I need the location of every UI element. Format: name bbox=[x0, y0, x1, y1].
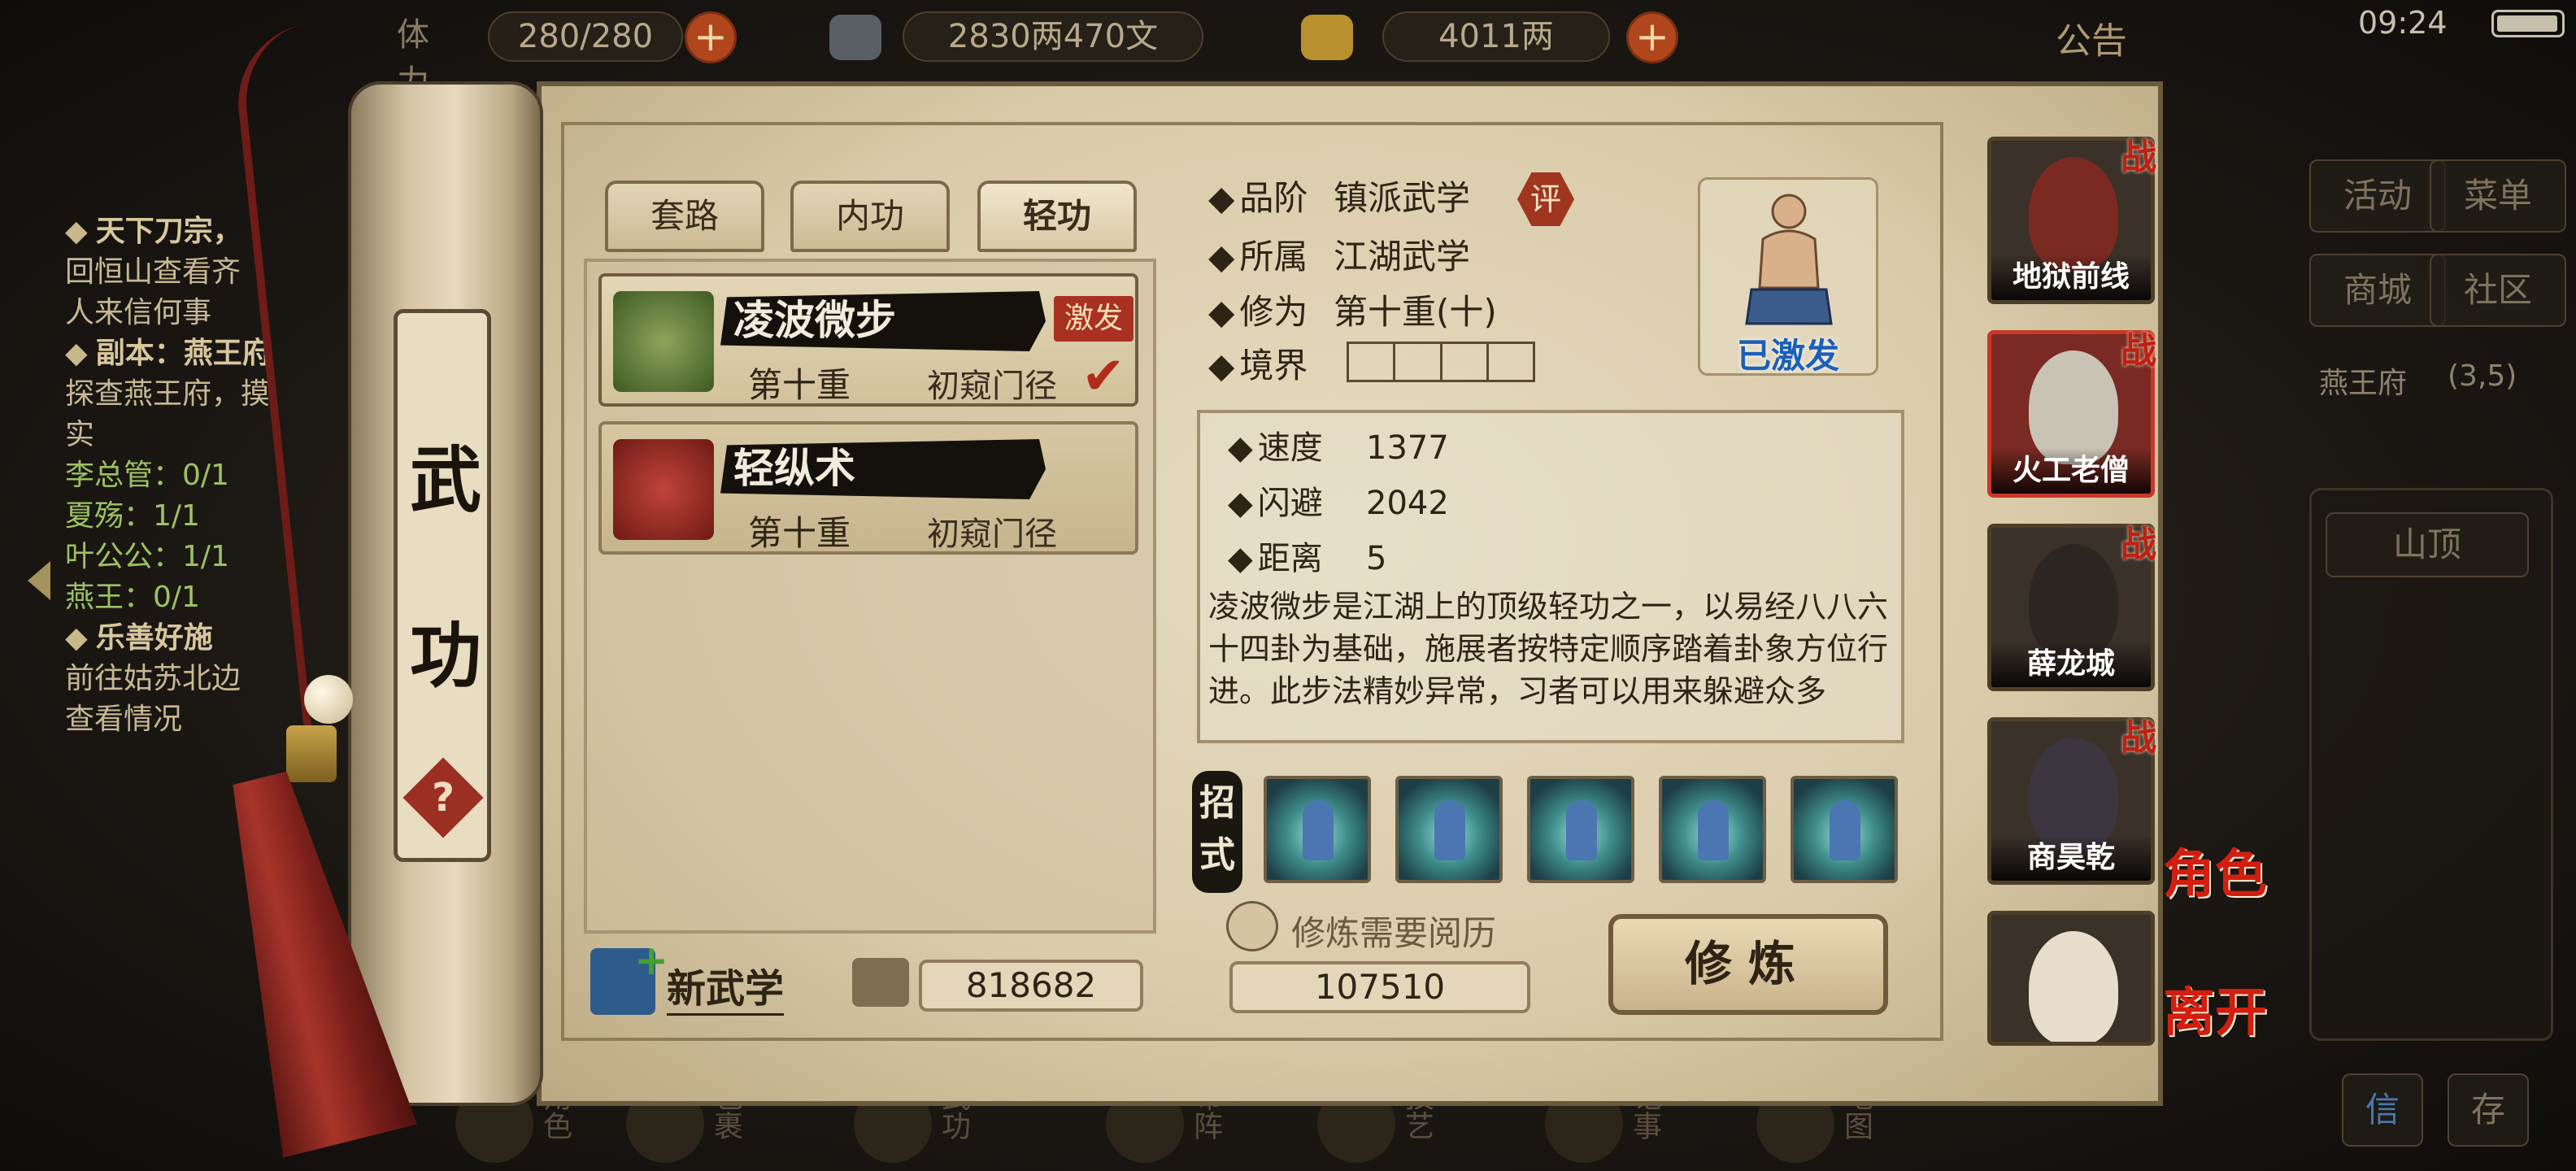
new-skill-button[interactable]: 新武学 bbox=[667, 956, 785, 1016]
training-cost-value: 107510 bbox=[1229, 961, 1530, 1013]
menu-button[interactable]: 菜单 bbox=[2430, 159, 2566, 233]
location-name: 燕王府 bbox=[2319, 367, 2408, 400]
character-avatar bbox=[2029, 931, 2118, 1042]
scroll-title-char: 武 bbox=[410, 437, 482, 522]
character-avatar bbox=[2029, 738, 2118, 851]
checkmark-icon: ✔ bbox=[1081, 346, 1125, 407]
character-avatar bbox=[2029, 544, 2118, 658]
notice-button[interactable]: 公告 bbox=[2056, 11, 2127, 63]
tab-routine[interactable]: 套路 bbox=[605, 181, 764, 252]
grade-row: 品阶镇派武学 bbox=[1208, 171, 1470, 220]
skill-name: 凌波微步 bbox=[733, 297, 896, 344]
cultivation-value: 第十重(十) bbox=[1334, 292, 1497, 332]
scroll-title-char: 功 bbox=[410, 613, 482, 698]
character-avatar bbox=[2029, 157, 2118, 271]
tassel-bead bbox=[304, 675, 353, 724]
belong-row: 所属江湖武学 bbox=[1208, 229, 1470, 279]
skill-card[interactable]: 凌波微步 激发 第十重 初窥门径 ✔ bbox=[598, 273, 1138, 407]
belong-value: 江湖武学 bbox=[1334, 237, 1471, 276]
help-icon[interactable]: ? bbox=[402, 757, 484, 838]
battery-icon bbox=[2491, 10, 2565, 37]
scroll-skill-icon bbox=[613, 291, 714, 392]
gold-value: 4011两 bbox=[1382, 11, 1610, 62]
realm-progress bbox=[1347, 342, 1535, 382]
skill-description: 凌波微步是江湖上的顶级轻功之一，以易经八八六十四卦为基础，施展者按特定顺序踏着卦… bbox=[1208, 589, 1889, 709]
battle-badge-icon: 战 bbox=[2121, 137, 2156, 178]
move-slot[interactable] bbox=[1527, 776, 1634, 883]
move-slot[interactable] bbox=[1659, 776, 1766, 883]
activated-tag: 激发 bbox=[1054, 296, 1134, 342]
stamina-value: 280/280 bbox=[488, 11, 683, 62]
character-portrait[interactable] bbox=[1987, 911, 2155, 1046]
skill-level: 第十重 bbox=[748, 513, 851, 553]
grade-value: 镇派武学 bbox=[1334, 178, 1471, 218]
character-avatar bbox=[2029, 350, 2118, 464]
book-skill-icon bbox=[613, 439, 714, 540]
stamina-label: 体力 bbox=[397, 16, 429, 101]
training-cost-label: 修炼需要阅历 bbox=[1291, 913, 1497, 953]
add-gold-button[interactable]: + bbox=[1626, 11, 1678, 63]
role-button[interactable]: 角色 bbox=[2163, 849, 2267, 901]
location-coords: (3,5) bbox=[2448, 359, 2517, 393]
stat-range: 距离5 bbox=[1228, 532, 1387, 579]
realm-row: 境界 bbox=[1208, 338, 1334, 388]
skill-stage: 初窥门径 bbox=[927, 516, 1057, 553]
move-slot[interactable] bbox=[1791, 776, 1898, 883]
money-value: 2830两470文 bbox=[903, 11, 1203, 62]
stat-speed: 速度1377 bbox=[1228, 421, 1449, 468]
tab-light-skill[interactable]: 轻功 bbox=[977, 181, 1137, 252]
collapse-arrow-icon[interactable] bbox=[28, 561, 50, 600]
experience-points: 818682 bbox=[919, 960, 1143, 1012]
cultivation-row: 修为第十重(十) bbox=[1208, 285, 1497, 334]
community-button[interactable]: 社区 bbox=[2430, 254, 2566, 327]
open-book-icon bbox=[1226, 901, 1278, 951]
battle-badge-icon: 战 bbox=[2121, 717, 2156, 759]
clock: 09:24 bbox=[2358, 5, 2448, 41]
gold-ingot-icon bbox=[1301, 15, 1353, 60]
activity-button[interactable]: 活动 bbox=[2309, 159, 2446, 233]
train-button[interactable]: 修炼 bbox=[1608, 914, 1888, 1015]
skill-stage: 初窥门径 bbox=[927, 368, 1057, 405]
top-bar: 体力 280/280 + 2830两470文 4011两 + 公告 09:24 bbox=[0, 0, 2576, 101]
open-book-icon bbox=[852, 958, 909, 1007]
skill-level: 第十重 bbox=[748, 365, 851, 405]
map-location-button[interactable]: 山顶 bbox=[2326, 512, 2529, 577]
meditating-figure-icon bbox=[1745, 194, 1833, 325]
plus-icon: + bbox=[634, 937, 668, 984]
battle-badge-icon: 战 bbox=[2121, 330, 2156, 372]
move-slot[interactable] bbox=[1395, 776, 1503, 883]
skill-card[interactable]: 轻纵术 第十重 初窥门径 bbox=[598, 421, 1138, 555]
save-button[interactable]: 存 bbox=[2448, 1073, 2529, 1147]
leave-button[interactable]: 离开 bbox=[2163, 987, 2267, 1039]
skill-name: 轻纵术 bbox=[733, 445, 855, 492]
tassel-cap bbox=[286, 725, 337, 782]
move-slot[interactable] bbox=[1264, 776, 1371, 883]
stat-dodge: 闪避2042 bbox=[1228, 477, 1449, 524]
shop-button[interactable]: 商城 bbox=[2309, 254, 2446, 327]
tab-inner-power[interactable]: 内功 bbox=[790, 181, 950, 252]
add-stamina-button[interactable]: + bbox=[685, 11, 737, 63]
silver-icon bbox=[829, 15, 881, 60]
moves-label: 招式 bbox=[1192, 771, 1242, 893]
battle-badge-icon: 战 bbox=[2121, 524, 2156, 565]
mail-button[interactable]: 信 bbox=[2342, 1073, 2423, 1147]
activated-label: 已激发 bbox=[1736, 336, 1839, 376]
